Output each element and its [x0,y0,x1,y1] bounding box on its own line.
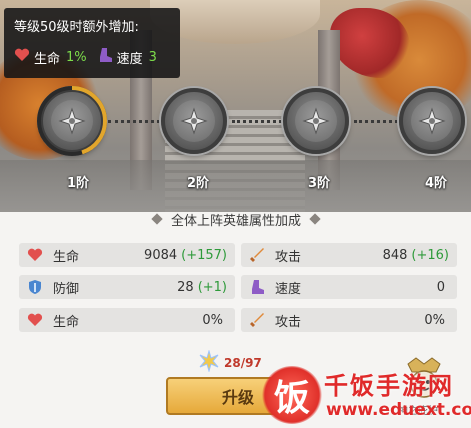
tooltip-hp-label: 生命 [34,51,61,67]
section-title: 全体上阵英雄属性加成 [170,213,301,229]
tier-node-2[interactable] [161,88,227,154]
tier-node-4[interactable] [399,88,465,154]
heart-icon [27,312,43,328]
tier-emblem [295,100,337,142]
stat-value: 9084 [144,247,178,263]
stat-name: 攻击 [275,314,302,330]
stat-bonus: (+16) [411,247,449,263]
stat-hp: 生命 9084 (+157) [19,243,235,267]
sword-icon [249,312,265,328]
boot-icon [97,47,113,67]
tier-connector [232,120,282,123]
watermark-title: 千饭手游网 [324,372,454,400]
tooltip-speed-value: 3 [148,49,157,65]
sword-icon [249,247,265,263]
stat-name: 速度 [275,281,302,297]
watermark-logo: 饭 [262,366,322,424]
upgrade-cost: 28/97 [198,349,262,376]
watermark-url: www.eduext.com [326,400,471,420]
lotus-emblem-icon [180,107,208,135]
stat-name: 攻击 [275,249,302,265]
heart-icon [14,48,30,66]
tier-node-3[interactable] [283,88,349,154]
tier-connector [354,120,398,123]
cost-amount: 28/97 [224,356,262,370]
stat-value: 848 [382,247,408,263]
tier-label-1: 1阶 [66,176,90,191]
tier-label-3: 3阶 [307,176,331,191]
stat-value: 0% [202,312,223,328]
stat-speed: 速度 0 [241,275,457,299]
shield-icon [27,279,43,295]
stat-name: 生命 [53,314,80,330]
tier-progress-ring [37,86,107,156]
stat-name: 生命 [53,249,80,265]
tooltip-speed-label: 速度 [116,51,143,67]
section-header: 全体上阵英雄属性加成 [116,208,356,230]
tier-label-4: 4阶 [424,176,448,191]
tier-emblem [411,100,453,142]
stat-attack: 攻击 848 (+16) [241,243,457,267]
boot-icon [249,279,265,295]
stat-value: 0 [436,279,445,295]
stat-value: 28 [177,279,194,295]
tier-emblem [173,100,215,142]
star-crystal-icon [198,349,220,376]
stat-bonus: (+157) [181,247,227,263]
stat-name: 防御 [53,281,80,297]
stat-value: 0% [424,312,445,328]
diamond-icon [151,213,163,225]
stat-hp-percent: 生命 0% [19,308,235,332]
lotus-emblem-icon [302,107,330,135]
tier-connector [108,120,160,123]
tooltip-bonus-row: 生命 1% 速度 3 [14,47,170,67]
tier-node-1[interactable] [37,86,107,156]
site-watermark: 饭 千饭手游网 www.eduext.com [262,366,471,424]
level-bonus-tooltip: 等级50级时额外增加: 生命 1% 速度 3 [4,8,180,78]
lotus-emblem-icon [418,107,446,135]
tooltip-title: 等级50级时额外增加: [14,20,139,35]
stat-bonus: (+1) [197,279,227,295]
stat-defense: 防御 28 (+1) [19,275,235,299]
heart-icon [27,247,43,263]
tooltip-hp-value: 1% [66,49,87,65]
tier-label-2: 2阶 [186,176,210,191]
diamond-icon [309,213,321,225]
stat-attack-percent: 攻击 0% [241,308,457,332]
